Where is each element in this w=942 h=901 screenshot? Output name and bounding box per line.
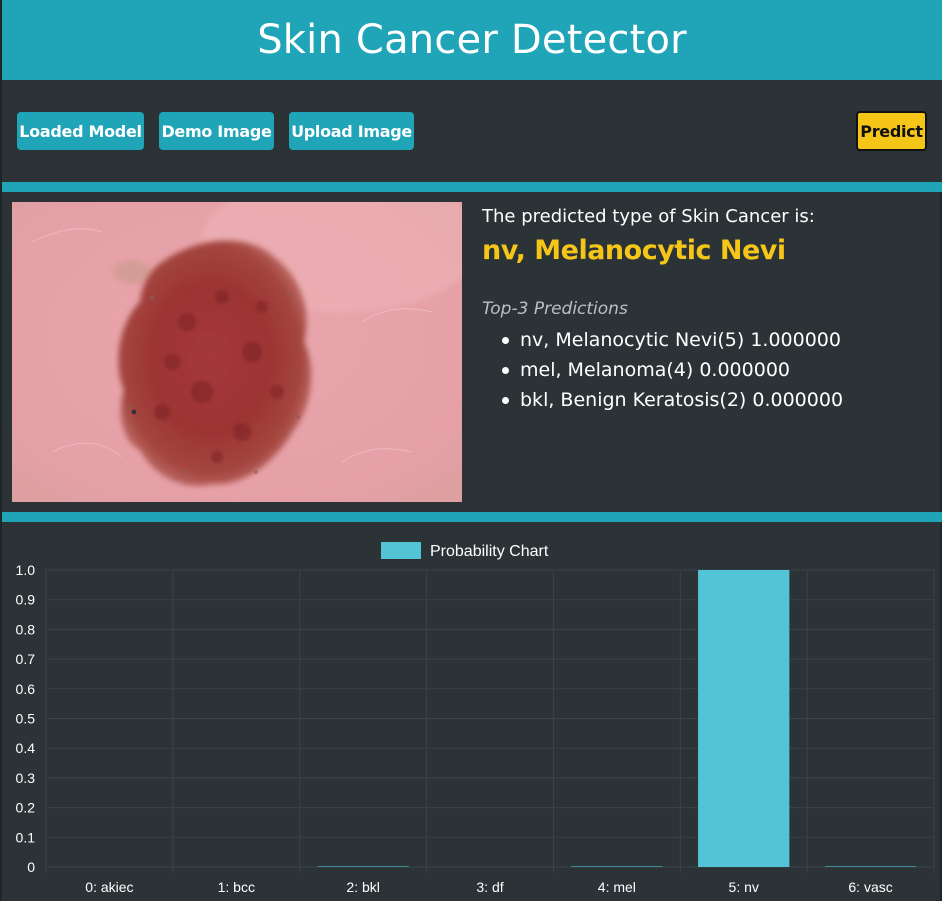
upload-image-button[interactable]: Upload Image (289, 112, 414, 150)
x-tick-label: 0: akiec (85, 879, 133, 895)
legend-label: Probability Chart (430, 543, 549, 560)
top3-list: nv, Melanocytic Nevi(5) 1.000000 mel, Me… (482, 325, 932, 415)
app-title: Skin Cancer Detector (257, 17, 687, 63)
x-tick-label: 2: bkl (346, 879, 379, 895)
y-tick-label: 0.1 (16, 829, 36, 845)
app-window: Skin Cancer Detector Loaded Model Demo I… (0, 0, 942, 901)
y-tick-label: 0.2 (16, 800, 36, 816)
y-tick-label: 0.6 (16, 681, 36, 697)
x-tick-label: 5: nv (729, 879, 759, 895)
y-tick-label: 0.4 (16, 740, 36, 756)
y-tick-label: 1.0 (16, 562, 36, 578)
section-divider (2, 512, 942, 522)
probability-chart-svg: Probability Chart 1.0 0.9 0.8 0.7 0.6 0.5 0.4 0.… (16, 542, 935, 895)
predicted-class: nv, Melanocytic Nevi (482, 235, 786, 266)
predict-button[interactable]: Predict (856, 111, 927, 151)
loaded-model-button[interactable]: Loaded Model (17, 112, 144, 150)
prediction-summary: The predicted type of Skin Cancer is: nv… (482, 206, 932, 415)
probability-chart: Probability Chart 1.0 0.9 0.8 0.7 0.6 0.5 0.4 0.… (2, 522, 942, 901)
y-tick-label: 0.5 (16, 711, 36, 727)
lesion-image (12, 202, 462, 502)
top3-item: bkl, Benign Keratosis(2) 0.000000 (502, 385, 932, 415)
y-tick-label: 0 (27, 859, 35, 875)
bar (571, 866, 663, 867)
x-tick-label: 1: bcc (218, 879, 255, 895)
result-panel: The predicted type of Skin Cancer is: nv… (2, 192, 942, 512)
toolbar: Loaded Model Demo Image Upload Image Pre… (2, 80, 942, 182)
app-header: Skin Cancer Detector (2, 0, 942, 80)
bar (824, 866, 917, 867)
y-tick-label: 0.9 (16, 592, 36, 608)
bar (317, 866, 409, 867)
x-tick-label: 3: df (476, 879, 503, 895)
y-tick-label: 0.8 (16, 621, 36, 637)
top3-item: nv, Melanocytic Nevi(5) 1.000000 (502, 325, 932, 355)
y-tick-label: 0.3 (16, 770, 36, 786)
prediction-caption: The predicted type of Skin Cancer is: (482, 206, 815, 227)
top3-item: mel, Melanoma(4) 0.000000 (502, 355, 932, 385)
bar (698, 570, 790, 867)
demo-image-button[interactable]: Demo Image (159, 112, 274, 150)
x-tick-label: 6: vasc (848, 879, 892, 895)
x-tick-label: 4: mel (598, 879, 636, 895)
y-tick-label: 0.7 (16, 651, 36, 667)
legend-swatch (381, 542, 421, 559)
section-divider (2, 182, 942, 192)
top3-title: Top-3 Predictions (482, 299, 628, 319)
